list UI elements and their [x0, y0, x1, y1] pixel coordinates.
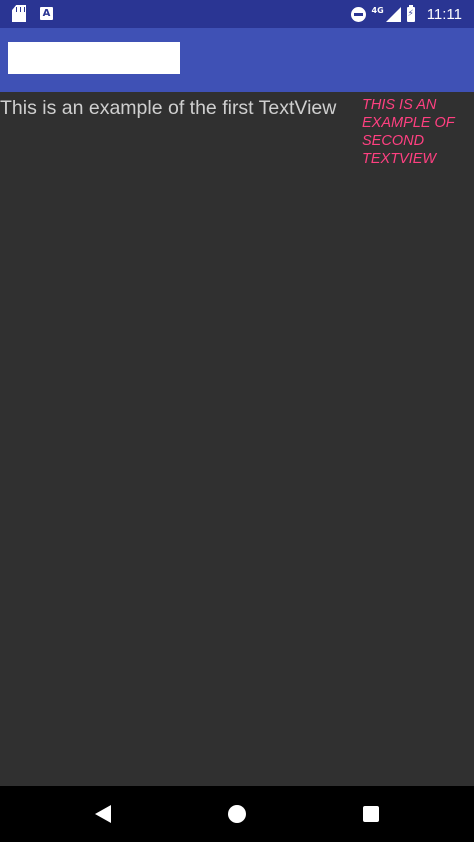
sd-card-icon: [12, 5, 26, 22]
back-icon[interactable]: [95, 805, 113, 823]
battery-charging-icon: [406, 4, 415, 22]
network-type-label: 4G: [371, 5, 384, 15]
first-textview: This is an example of the first TextView: [0, 97, 337, 119]
status-bar: A 4G 11:11: [0, 0, 474, 28]
app-bar: [0, 28, 474, 92]
recents-icon[interactable]: [362, 805, 380, 823]
do-not-disturb-icon: [350, 6, 366, 22]
navigation-bar: [0, 786, 474, 842]
status-right-icons: 4G 11:11: [350, 0, 462, 28]
second-textview: THIS IS AN EXAMPLE OF SECOND TEXTVIEW: [362, 97, 455, 167]
main-content: This is an example of the first TextView…: [0, 92, 474, 786]
home-icon[interactable]: [228, 805, 246, 823]
text-a-icon: A: [40, 7, 53, 20]
search-input[interactable]: [8, 42, 180, 74]
status-clock: 11:11: [426, 5, 462, 23]
status-left-icons: A: [12, 5, 53, 22]
signal-icon: [385, 6, 401, 22]
